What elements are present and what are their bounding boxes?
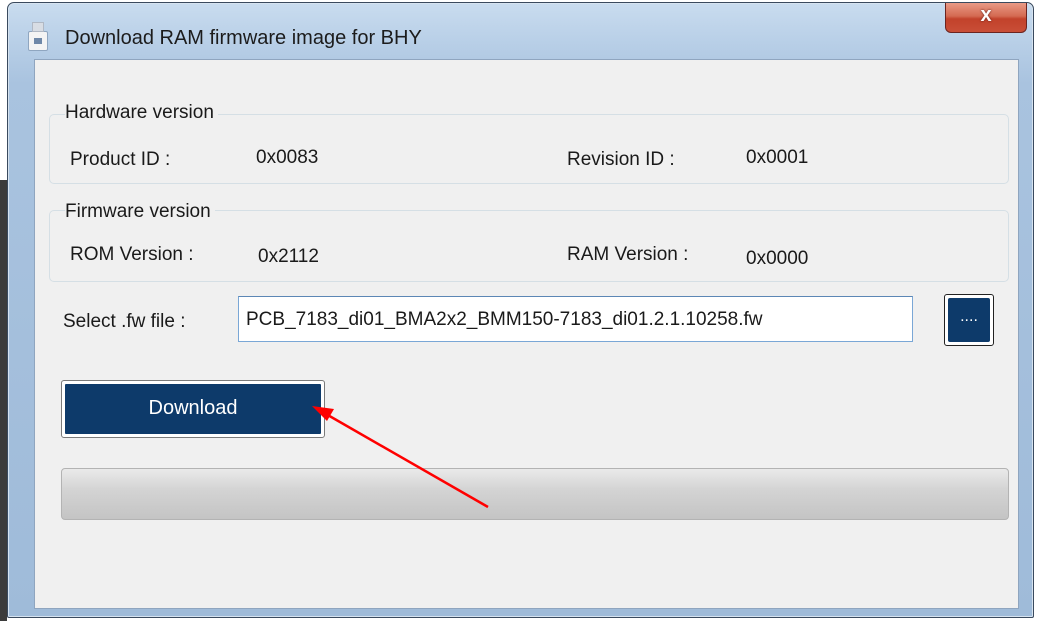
download-progress-bar	[61, 468, 1009, 520]
dialog-window: Download RAM firmware image for BHY x Ha…	[7, 2, 1034, 618]
title-bar[interactable]: Download RAM firmware image for BHY x	[8, 3, 1033, 59]
ram-version-value: 0x0000	[746, 248, 809, 269]
background-strip	[0, 180, 7, 621]
product-id-label: Product ID :	[70, 149, 171, 170]
firmware-file-input[interactable]: PCB_7183_di01_BMA2x2_BMM150-7183_di01.2.…	[238, 296, 913, 342]
hardware-version-title: Hardware version	[65, 102, 218, 124]
product-id-value: 0x0083	[256, 147, 319, 168]
dialog-client-area: Hardware version Product ID : 0x0083 Rev…	[34, 59, 1019, 609]
revision-id-label: Revision ID :	[567, 149, 675, 170]
select-file-label: Select .fw file :	[63, 311, 186, 332]
rom-version-value: 0x2112	[258, 246, 319, 267]
close-button[interactable]: x	[945, 3, 1027, 33]
revision-id-value: 0x0001	[746, 147, 809, 168]
rom-version-label: ROM Version :	[70, 244, 194, 265]
hardware-version-group	[49, 114, 1009, 184]
ram-version-label: RAM Version :	[567, 244, 689, 265]
window-title: Download RAM firmware image for BHY	[65, 27, 422, 49]
download-button[interactable]: Download	[61, 380, 325, 438]
close-icon: x	[980, 4, 992, 26]
firmware-version-title: Firmware version	[65, 201, 215, 223]
download-button-label: Download	[65, 384, 321, 434]
app-icon	[28, 22, 48, 51]
browse-button-label: ....	[948, 298, 990, 342]
browse-button[interactable]: ....	[944, 294, 994, 346]
